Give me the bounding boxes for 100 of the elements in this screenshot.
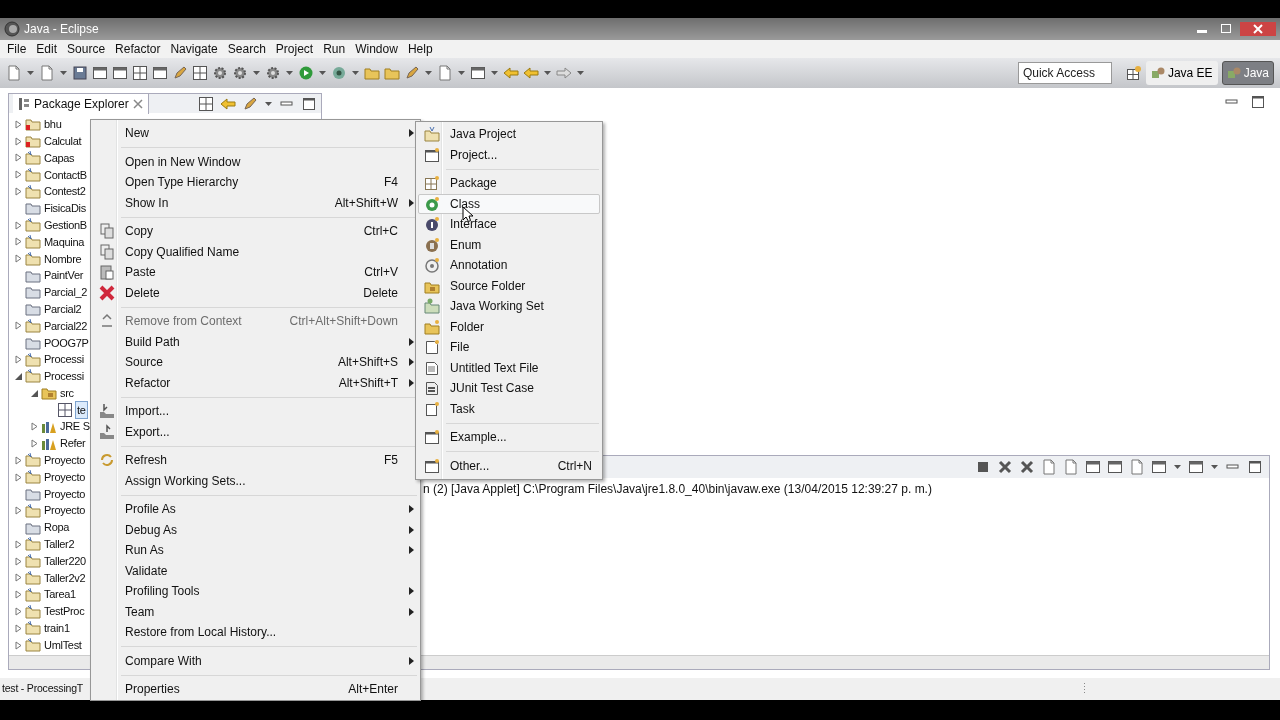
tree-item[interactable]: Tarea1: [43, 586, 77, 603]
stop-icon[interactable]: [975, 459, 991, 475]
menu-item[interactable]: Java Working Set: [418, 296, 600, 317]
dropdown-arrow-icon[interactable]: [285, 69, 294, 77]
tree-item[interactable]: Maquina: [43, 233, 86, 251]
gear-icon[interactable]: [265, 65, 281, 81]
collapsed-caret-icon[interactable]: [14, 623, 23, 633]
menu-item[interactable]: Example...: [418, 427, 600, 448]
menu-item[interactable]: Debug As: [93, 519, 418, 540]
menu-item[interactable]: File: [2, 40, 32, 58]
menu-item[interactable]: Paste Ctrl+V: [93, 262, 418, 283]
window-icon[interactable]: [112, 65, 128, 81]
collapsed-caret-icon[interactable]: [14, 170, 23, 180]
menu-item[interactable]: Folder: [418, 316, 600, 337]
close-icon[interactable]: [1240, 22, 1276, 36]
document-icon[interactable]: [6, 65, 22, 81]
menu-item[interactable]: Show In Alt+Shift+W: [93, 192, 418, 213]
menu-item[interactable]: Class: [418, 193, 600, 214]
window-icon[interactable]: [1107, 459, 1123, 475]
gear-icon[interactable]: [212, 65, 228, 81]
tree-item[interactable]: te: [75, 400, 88, 420]
menu-item[interactable]: Edit: [31, 40, 63, 58]
tree-item[interactable]: Parcial2: [43, 300, 83, 318]
menu-item[interactable]: JUnit Test Case: [418, 378, 600, 399]
document-icon[interactable]: [437, 65, 453, 81]
tree-item[interactable]: Parcial22: [43, 317, 89, 335]
close-icon[interactable]: [997, 459, 1013, 475]
collapsed-caret-icon[interactable]: [30, 439, 39, 449]
expanded-caret-icon[interactable]: [14, 371, 23, 381]
window-icon[interactable]: [152, 65, 168, 81]
collapsed-caret-icon[interactable]: [14, 220, 23, 230]
tree-item[interactable]: Contest2: [43, 183, 87, 200]
document-icon[interactable]: [1129, 459, 1145, 475]
tree-item[interactable]: Proyecto: [43, 485, 86, 503]
menu-item[interactable]: Task: [418, 398, 600, 419]
menu-item[interactable]: Source: [62, 40, 111, 58]
pencil-icon[interactable]: [242, 95, 258, 112]
tree-item[interactable]: Parcial_2: [43, 284, 89, 301]
tree-item[interactable]: Proyecto: [43, 502, 86, 519]
grid-icon[interactable]: [198, 95, 214, 112]
tree-item[interactable]: TestProc: [43, 603, 86, 620]
perspective-button[interactable]: Java: [1221, 61, 1274, 85]
maximize-icon[interactable]: [1250, 94, 1266, 110]
menu-item[interactable]: Build Path: [93, 331, 418, 352]
arrow-left-icon[interactable]: [523, 65, 539, 81]
menu-item[interactable]: File: [418, 337, 600, 358]
dropdown-arrow-icon[interactable]: [457, 69, 466, 77]
quick-access-field[interactable]: Quick Access: [1017, 62, 1112, 84]
menu-item[interactable]: Profiling Tools: [93, 581, 418, 602]
dropdown-arrow-icon[interactable]: [351, 69, 360, 77]
close-icon[interactable]: [132, 98, 143, 109]
menu-item[interactable]: Copy Qualified Name: [93, 241, 418, 262]
collapsed-caret-icon[interactable]: [14, 539, 23, 549]
tree-item[interactable]: UmlTest: [43, 636, 83, 654]
grid-icon[interactable]: [192, 65, 208, 81]
collapsed-caret-icon[interactable]: [14, 455, 23, 465]
dropdown-arrow-icon[interactable]: [1210, 463, 1219, 471]
dropdown-arrow-icon[interactable]: [543, 69, 552, 77]
panel-tab[interactable]: Package Explorer: [13, 93, 149, 114]
collapsed-caret-icon[interactable]: [14, 506, 23, 516]
tree-item[interactable]: GestionB: [43, 216, 88, 234]
expanded-caret-icon[interactable]: [30, 388, 39, 398]
collapsed-caret-icon[interactable]: [14, 640, 23, 650]
window-icon[interactable]: [1151, 459, 1167, 475]
grid-icon[interactable]: [132, 65, 148, 81]
tree-item[interactable]: Refer: [59, 435, 87, 452]
dropdown-arrow-icon[interactable]: [1173, 463, 1182, 471]
menu-item[interactable]: Assign Working Sets...: [93, 470, 418, 491]
menu-item[interactable]: Profile As: [93, 499, 418, 520]
menu-item[interactable]: Navigate: [165, 40, 223, 58]
tree-item[interactable]: FisicaDis: [43, 200, 87, 217]
document-icon[interactable]: [1063, 459, 1079, 475]
tree-item[interactable]: bhu: [43, 116, 63, 133]
collapsed-caret-icon[interactable]: [14, 573, 23, 583]
window-icon[interactable]: [92, 65, 108, 81]
menu-item[interactable]: Open in New Window: [93, 151, 418, 172]
menu-item[interactable]: Enum: [418, 234, 600, 255]
collapsed-caret-icon[interactable]: [14, 136, 23, 146]
tree-item[interactable]: Taller2: [43, 536, 76, 553]
collapsed-caret-icon[interactable]: [14, 607, 23, 616]
menu-item[interactable]: Validate: [93, 560, 418, 581]
menu-item[interactable]: Package: [418, 173, 600, 194]
tree-item[interactable]: train1: [43, 620, 71, 637]
menu-item[interactable]: Run: [318, 40, 351, 58]
menu-item[interactable]: Run As: [93, 540, 418, 561]
tree-item[interactable]: Taller2v2: [43, 569, 87, 587]
tree-item[interactable]: Capas: [43, 149, 76, 167]
tree-item[interactable]: Proyecto: [43, 468, 86, 486]
menu-item[interactable]: Refactor Alt+Shift+T: [93, 372, 418, 393]
close-icon[interactable]: [1019, 459, 1035, 475]
dropdown-arrow-icon[interactable]: [424, 69, 433, 77]
arrow-left-icon[interactable]: [503, 65, 519, 81]
menu-item[interactable]: Refresh F5: [93, 450, 418, 471]
menu-item[interactable]: Import...: [93, 401, 418, 422]
collapsed-caret-icon[interactable]: [14, 321, 23, 331]
window-icon[interactable]: [1085, 459, 1101, 475]
collapsed-caret-icon[interactable]: [14, 355, 23, 365]
collapsed-caret-icon[interactable]: [14, 590, 23, 600]
menu-item[interactable]: Compare With: [93, 650, 418, 671]
menu-item[interactable]: Source Folder: [418, 275, 600, 296]
